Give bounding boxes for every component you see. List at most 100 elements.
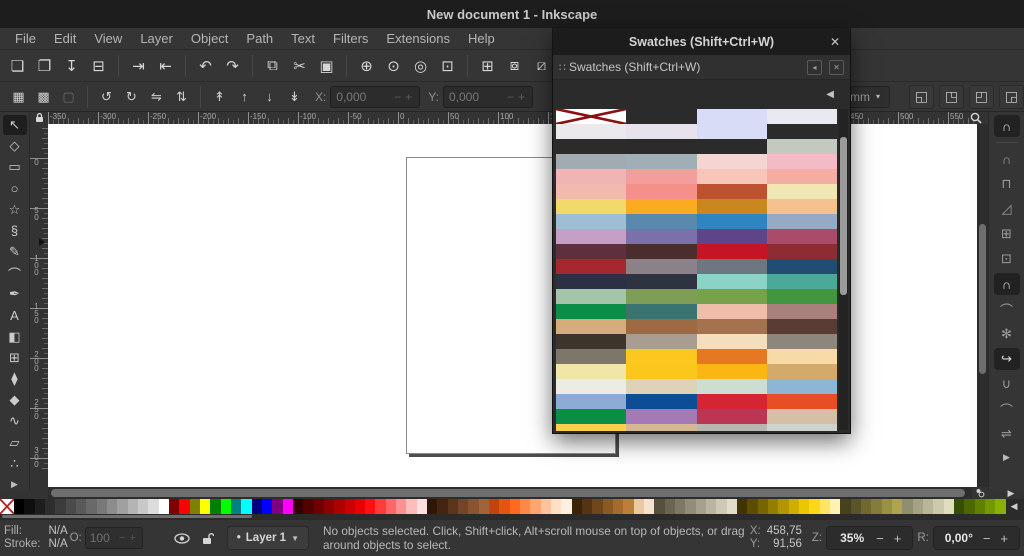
swatch[interactable] bbox=[626, 379, 697, 394]
palette-swatch[interactable] bbox=[530, 499, 541, 514]
swatch[interactable] bbox=[626, 289, 697, 304]
dropper-tool[interactable]: ⧫ bbox=[3, 369, 27, 389]
swatch[interactable] bbox=[766, 184, 837, 199]
menu-item-file[interactable]: File bbox=[6, 29, 45, 48]
palette-swatch[interactable] bbox=[633, 499, 645, 514]
swatch[interactable] bbox=[766, 304, 837, 319]
swatch[interactable] bbox=[556, 139, 627, 154]
palette-swatch[interactable] bbox=[137, 499, 149, 514]
spray-tool[interactable]: ∴ bbox=[3, 454, 27, 474]
palette-swatch[interactable] bbox=[158, 499, 169, 514]
ellipse-tool[interactable]: ○ bbox=[3, 179, 27, 199]
snap-smooth-nodes-button[interactable]: ✻ bbox=[994, 323, 1020, 345]
y-increment-button[interactable]: + bbox=[516, 90, 527, 104]
palette-swatch[interactable] bbox=[747, 499, 758, 514]
swatch[interactable] bbox=[626, 199, 697, 214]
swatch[interactable] bbox=[626, 169, 697, 184]
palette-swatch[interactable] bbox=[323, 499, 335, 514]
palette-swatch[interactable] bbox=[334, 499, 345, 514]
palette-swatch[interactable] bbox=[241, 499, 252, 514]
palette-swatch[interactable] bbox=[385, 499, 397, 514]
swatch[interactable] bbox=[626, 334, 697, 349]
lower-button[interactable]: ↓ bbox=[257, 85, 282, 109]
swatch[interactable] bbox=[556, 169, 627, 184]
zoom-decrement-button[interactable]: − bbox=[871, 531, 889, 546]
palette-swatch[interactable] bbox=[695, 499, 706, 514]
x-decrement-button[interactable]: − bbox=[392, 90, 403, 104]
vertical-ruler[interactable]: 0 50 100 150 200 250 300 bbox=[30, 124, 48, 487]
swatch[interactable] bbox=[626, 349, 697, 364]
palette-swatch[interactable] bbox=[251, 499, 262, 514]
swatch[interactable] bbox=[766, 139, 837, 154]
swatch[interactable] bbox=[556, 124, 627, 139]
palette-swatch[interactable] bbox=[829, 499, 841, 514]
pen-tool[interactable]: ⌒ bbox=[3, 263, 27, 283]
swatch[interactable] bbox=[556, 184, 627, 199]
palette-swatch[interactable] bbox=[571, 499, 583, 514]
swatch[interactable] bbox=[626, 184, 697, 199]
snap-nodes-button[interactable]: ∩ bbox=[993, 273, 1020, 295]
scale-stroke-toggle-button[interactable]: ◱ bbox=[908, 84, 934, 109]
swatch[interactable] bbox=[696, 424, 767, 431]
palette-swatch[interactable] bbox=[881, 499, 892, 514]
swatch[interactable] bbox=[696, 319, 767, 334]
palette-swatch[interactable] bbox=[292, 499, 304, 514]
palette-swatch[interactable] bbox=[582, 499, 593, 514]
snap-bbox-edges-button[interactable]: ⊓ bbox=[994, 173, 1020, 195]
lower-to-bottom-button[interactable]: ↡ bbox=[282, 85, 307, 109]
swatch[interactable] bbox=[766, 274, 837, 289]
opacity-decrement-button[interactable]: − bbox=[117, 532, 127, 544]
palette-swatch[interactable] bbox=[127, 499, 138, 514]
palette-swatch[interactable] bbox=[778, 499, 789, 514]
swatch[interactable] bbox=[626, 364, 697, 379]
zoom-increment-button[interactable]: + bbox=[889, 531, 907, 546]
swatch[interactable] bbox=[556, 259, 627, 274]
palette-swatch[interactable] bbox=[44, 499, 56, 514]
vertical-scrollbar-thumb[interactable] bbox=[979, 224, 986, 374]
palette-swatch[interactable] bbox=[953, 499, 965, 514]
paint-bucket-tool[interactable]: ◆ bbox=[3, 390, 27, 410]
palette-swatch[interactable] bbox=[922, 499, 934, 514]
layer-lock-button[interactable] bbox=[195, 526, 221, 550]
palette-swatch[interactable] bbox=[788, 499, 799, 514]
node-tool[interactable]: ◇ bbox=[3, 136, 27, 156]
snap-bbox-button[interactable]: ∩ bbox=[994, 148, 1020, 170]
swatch[interactable] bbox=[696, 364, 767, 379]
swatch[interactable] bbox=[556, 274, 627, 289]
palette-swatch[interactable] bbox=[396, 499, 407, 514]
swatch[interactable] bbox=[696, 394, 767, 409]
raise-button[interactable]: ↑ bbox=[232, 85, 257, 109]
swatch[interactable] bbox=[696, 274, 767, 289]
swatch[interactable] bbox=[696, 229, 767, 244]
snap-bbox-centers-button[interactable]: ⊡ bbox=[994, 248, 1020, 270]
swatch[interactable] bbox=[766, 154, 837, 169]
palette-swatch[interactable] bbox=[819, 499, 830, 514]
move-patterns-toggle-button[interactable]: ◲ bbox=[998, 84, 1024, 109]
palette-swatch[interactable] bbox=[871, 499, 882, 514]
palette-swatch[interactable] bbox=[912, 499, 923, 514]
swatch[interactable] bbox=[556, 319, 627, 334]
palette-swatch[interactable] bbox=[520, 499, 531, 514]
swatch[interactable] bbox=[696, 199, 767, 214]
flip-horizontal-button[interactable]: ⇋ bbox=[144, 85, 169, 109]
swatch[interactable] bbox=[696, 244, 767, 259]
palette-swatch[interactable] bbox=[850, 499, 861, 514]
menu-item-help[interactable]: Help bbox=[459, 29, 504, 48]
opacity-field[interactable]: 100 − + bbox=[84, 527, 143, 549]
palette-swatch[interactable] bbox=[313, 499, 324, 514]
palette-swatch[interactable] bbox=[705, 499, 717, 514]
palette-swatch[interactable] bbox=[613, 499, 624, 514]
palette-swatch[interactable] bbox=[416, 499, 428, 514]
palette-swatch[interactable] bbox=[468, 499, 479, 514]
vertical-scrollbar[interactable] bbox=[977, 124, 988, 487]
mesh-tool[interactable]: ⊞ bbox=[3, 348, 27, 368]
swatch[interactable] bbox=[766, 334, 837, 349]
copy-button[interactable]: ⧉ bbox=[259, 53, 286, 79]
palette-swatch[interactable] bbox=[86, 499, 97, 514]
swatch[interactable] bbox=[626, 319, 697, 334]
swatch[interactable] bbox=[556, 394, 627, 409]
palette-swatch[interactable] bbox=[509, 499, 521, 514]
menu-item-path[interactable]: Path bbox=[237, 29, 282, 48]
palette-swatch[interactable] bbox=[860, 499, 872, 514]
palette-swatch[interactable] bbox=[644, 499, 655, 514]
